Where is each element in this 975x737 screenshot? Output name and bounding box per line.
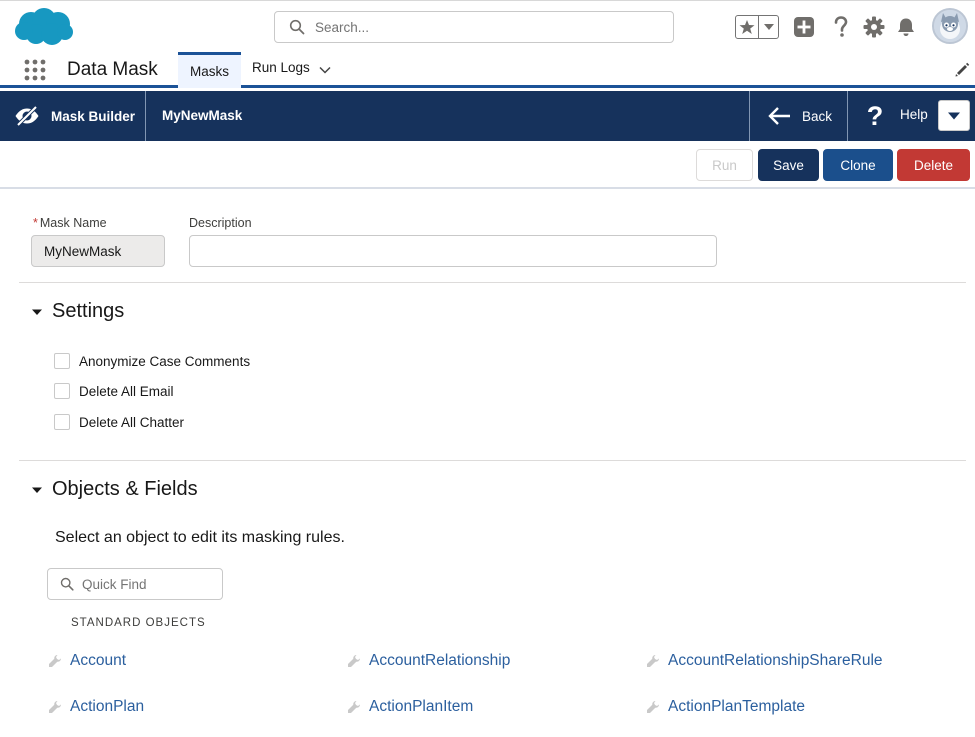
wrench-icon	[49, 655, 61, 667]
search-icon	[60, 577, 74, 591]
checkbox-label: Delete All Email	[79, 383, 174, 399]
object-link-label: AccountRelationshipShareRule	[668, 652, 883, 669]
objects-help-text: Select an object to edit its masking rul…	[55, 529, 345, 546]
run-button[interactable]: Run	[696, 149, 753, 181]
objects-title: Objects & Fields	[52, 478, 198, 500]
search-icon	[289, 19, 305, 35]
wrench-icon	[647, 701, 659, 713]
salesforce-cloud-logo[interactable]	[14, 7, 74, 47]
standard-objects-heading: STANDARD OBJECTS	[71, 617, 206, 629]
wrench-icon	[49, 701, 61, 713]
object-link-label: ActionPlanTemplate	[668, 698, 805, 715]
checkbox-label: Anonymize Case Comments	[79, 353, 251, 369]
mask-builder-toolbar: Mask Builder MyNewMask Back ? Help	[0, 91, 975, 141]
caret-down-icon	[32, 309, 42, 315]
astro-avatar-icon	[934, 10, 966, 42]
global-header	[0, 0, 975, 52]
question-icon: ?	[866, 100, 884, 131]
search-input[interactable]	[313, 13, 663, 41]
quick-find-box[interactable]	[47, 568, 223, 600]
settings-section-toggle[interactable]: Settings	[31, 300, 124, 323]
description-field[interactable]	[189, 235, 717, 267]
setting-delete-all-chatter[interactable]: Delete All Chatter	[54, 414, 184, 430]
help-button[interactable]: ? Help	[864, 101, 928, 131]
checkbox[interactable]	[54, 383, 70, 399]
global-search[interactable]	[274, 11, 674, 43]
caret-down-icon	[32, 487, 42, 493]
object-link-label: AccountRelationship	[369, 652, 511, 669]
wrench-icon	[348, 701, 360, 713]
setting-anonymize-case-comments[interactable]: Anonymize Case Comments	[54, 353, 250, 369]
checkbox[interactable]	[54, 353, 70, 369]
delete-button[interactable]: Delete	[897, 149, 970, 181]
object-link-actionplanitem[interactable]: ActionPlanItem	[347, 698, 473, 716]
object-link-label: ActionPlanItem	[369, 698, 474, 715]
back-button[interactable]: Back	[749, 91, 848, 141]
mask-name-label-text: Mask Name	[39, 216, 107, 230]
tab-run-logs[interactable]: Run Logs	[252, 60, 310, 75]
help-dropdown-button[interactable]	[938, 100, 970, 131]
arrow-left-icon	[768, 107, 790, 125]
setup-button[interactable]	[862, 13, 886, 41]
avatar[interactable]	[932, 8, 968, 44]
app-navigation-bar: Data Mask Masks Run Logs	[0, 52, 975, 88]
mask-builder-label: Mask Builder	[51, 108, 136, 124]
object-link-accountrelationshipsharerule[interactable]: AccountRelationshipShareRule	[646, 652, 883, 670]
action-bar: Run Save Clone Delete	[0, 141, 975, 189]
eye-slash-icon	[15, 105, 39, 127]
help-menu-button[interactable]	[830, 13, 852, 41]
wrench-icon	[348, 655, 360, 667]
mask-builder-header: Mask Builder	[0, 91, 146, 141]
checkbox-label: Delete All Chatter	[79, 414, 185, 430]
mask-name-label: * Mask Name	[33, 216, 107, 230]
app-name: Data Mask	[67, 59, 158, 80]
chevron-down-icon	[763, 24, 774, 30]
favorites-button[interactable]	[736, 16, 760, 38]
chevron-down-icon	[948, 112, 960, 119]
save-button[interactable]: Save	[758, 149, 819, 181]
clone-button[interactable]: Clone	[823, 149, 893, 181]
object-link-label: Account	[70, 652, 127, 669]
object-link-account[interactable]: Account	[48, 652, 126, 670]
quick-find-input[interactable]	[80, 570, 216, 598]
object-link-actionplantemplate[interactable]: ActionPlanTemplate	[646, 698, 805, 716]
section-divider	[19, 460, 966, 461]
star-icon	[739, 20, 755, 34]
pencil-icon[interactable]	[954, 62, 970, 78]
bell-icon	[898, 18, 914, 36]
object-link-actionplan[interactable]: ActionPlan	[48, 698, 144, 716]
app-launcher-icon[interactable]	[23, 58, 47, 82]
notifications-button[interactable]	[895, 13, 917, 41]
setting-delete-all-email[interactable]: Delete All Email	[54, 383, 174, 399]
gear-icon	[863, 16, 885, 38]
plus-icon	[794, 17, 814, 37]
mask-title: MyNewMask	[162, 108, 243, 123]
global-actions-button[interactable]	[792, 13, 816, 41]
required-indicator: *	[33, 216, 38, 230]
help-label: Help	[900, 106, 928, 122]
description-label: Description	[189, 216, 252, 230]
section-divider	[19, 282, 966, 283]
favorites-list-button[interactable]	[759, 16, 778, 38]
question-icon	[834, 16, 848, 37]
tab-masks[interactable]: Masks	[178, 52, 241, 88]
mask-name-field[interactable]	[31, 235, 165, 267]
favorites-group	[735, 15, 779, 39]
wrench-icon	[647, 655, 659, 667]
checkbox[interactable]	[54, 414, 70, 430]
object-link-accountrelationship[interactable]: AccountRelationship	[347, 652, 510, 670]
tab-label: Masks	[189, 64, 229, 79]
objects-section-toggle[interactable]: Objects & Fields	[31, 478, 198, 501]
settings-title: Settings	[52, 300, 125, 322]
back-label: Back	[802, 108, 833, 124]
chevron-down-icon[interactable]	[318, 63, 332, 77]
object-link-label: ActionPlan	[70, 698, 145, 715]
